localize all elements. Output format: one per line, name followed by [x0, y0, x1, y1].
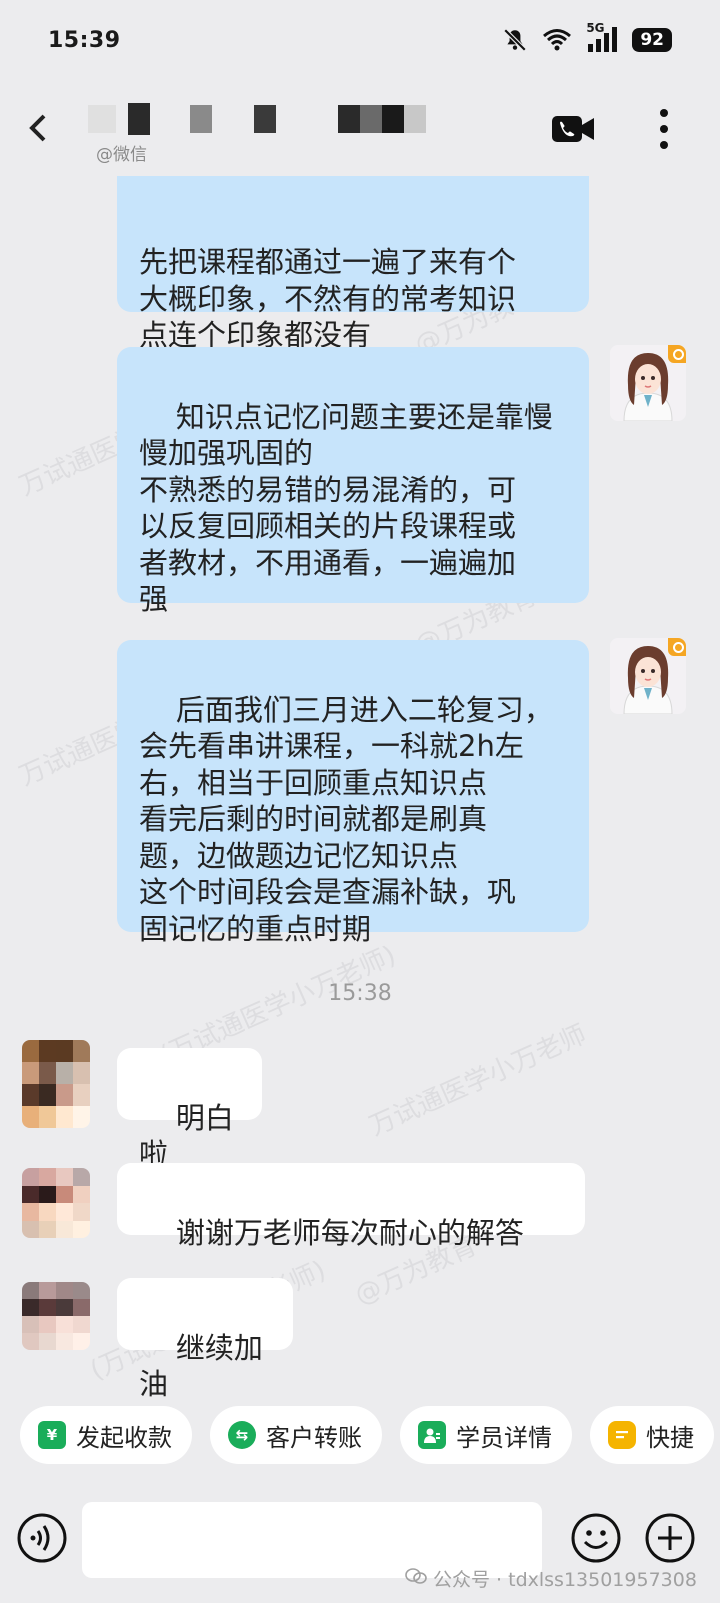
- pixelated-avatar-image: [22, 1040, 90, 1128]
- voice-input-button[interactable]: [16, 1512, 68, 1564]
- badge-icon: [668, 638, 686, 656]
- chevron-left-icon: [29, 114, 46, 142]
- message-bubble-received[interactable]: 继续加油: [117, 1278, 293, 1400]
- voice-icon: [17, 1513, 67, 1563]
- customer-avatar[interactable]: [22, 1282, 90, 1350]
- quick-reply-button[interactable]: 快捷: [590, 1406, 714, 1464]
- customer-transfer-button[interactable]: ⇆ 客户转账: [210, 1406, 382, 1464]
- quick-actions-bar: ¥ 发起收款 ⇆ 客户转账 学员详情 快捷: [0, 1400, 720, 1470]
- chip-label: 学员详情: [456, 1423, 552, 1452]
- message-text: 继续加油: [139, 1330, 263, 1401]
- emoji-button[interactable]: [570, 1512, 622, 1564]
- more-functions-button[interactable]: [644, 1512, 696, 1564]
- customer-avatar[interactable]: [22, 1040, 90, 1128]
- message-text: 谢谢万老师每次耐心的解答: [175, 1215, 524, 1250]
- contact-name-redacted: [88, 102, 426, 136]
- footer-watermark-label: 公众号 · tdxlss13501957308: [433, 1569, 697, 1591]
- customer-avatar[interactable]: [22, 1168, 90, 1238]
- chip-label: 发起收款: [76, 1423, 172, 1452]
- user-card-icon: [418, 1421, 446, 1449]
- plus-icon: [645, 1513, 695, 1563]
- message-bubble-sent[interactable]: 知识点记忆问题主要还是靠慢 慢加强巩固的 不熟悉的易错的易混淆的，可 以反复回顾…: [117, 347, 589, 616]
- message-text: 知识点记忆问题主要还是靠慢 慢加强巩固的 不熟悉的易错的易混淆的，可 以反复回顾…: [139, 399, 553, 617]
- teacher-avatar[interactable]: [610, 638, 686, 714]
- back-button[interactable]: [24, 110, 54, 146]
- badge-icon: [668, 345, 686, 363]
- wechat-official-account-icon: [405, 1567, 427, 1590]
- chat-header: @微信: [0, 80, 720, 176]
- message-bubble-received[interactable]: 谢谢万老师每次耐心的解答: [117, 1163, 585, 1323]
- message-text: 明白啦: [139, 1100, 234, 1172]
- more-vertical-icon: [660, 109, 668, 149]
- smiley-icon: [571, 1513, 621, 1563]
- student-details-button[interactable]: 学员详情: [400, 1406, 572, 1464]
- message-bubble-received[interactable]: 明白啦: [117, 1048, 262, 1171]
- watermark: 万试通医学小万老师: [365, 1019, 592, 1143]
- video-call-icon: [552, 116, 594, 142]
- contact-source-label: @微信: [96, 145, 147, 165]
- teacher-avatar[interactable]: [610, 345, 686, 421]
- transfer-icon: ⇆: [228, 1421, 256, 1449]
- footer-watermark: 公众号 · tdxlss13501957308: [405, 1565, 697, 1592]
- pixelated-avatar-image: [22, 1168, 90, 1238]
- message-text: 先把课程都通过一遍了来有个 大概印象，不然有的常考知识 点连个印象都没有: [139, 245, 517, 352]
- initiate-payment-button[interactable]: ¥ 发起收款: [20, 1406, 192, 1464]
- chip-label: 客户转账: [266, 1423, 362, 1452]
- message-bubble-sent[interactable]: 后面我们三月进入二轮复习， 会先看串讲课程，一科就2h左 右，相当于回顾重点知识…: [117, 640, 589, 946]
- quick-reply-icon: [608, 1421, 636, 1449]
- message-timestamp: 15:38: [328, 981, 392, 1006]
- video-call-button[interactable]: [550, 112, 596, 146]
- chip-label: 快捷: [646, 1423, 694, 1452]
- yen-icon: ¥: [38, 1421, 66, 1449]
- more-options-button[interactable]: [656, 106, 672, 152]
- message-text: 后面我们三月进入二轮复习， 会先看串讲课程，一科就2h左 右，相当于回顾重点知识…: [139, 692, 553, 946]
- pixelated-avatar-image: [22, 1282, 90, 1350]
- chat-area[interactable]: 万试通医学小万老师 万试通医学小万老师 @万为教育 @万为教育 (万试通医学小万…: [0, 0, 720, 1400]
